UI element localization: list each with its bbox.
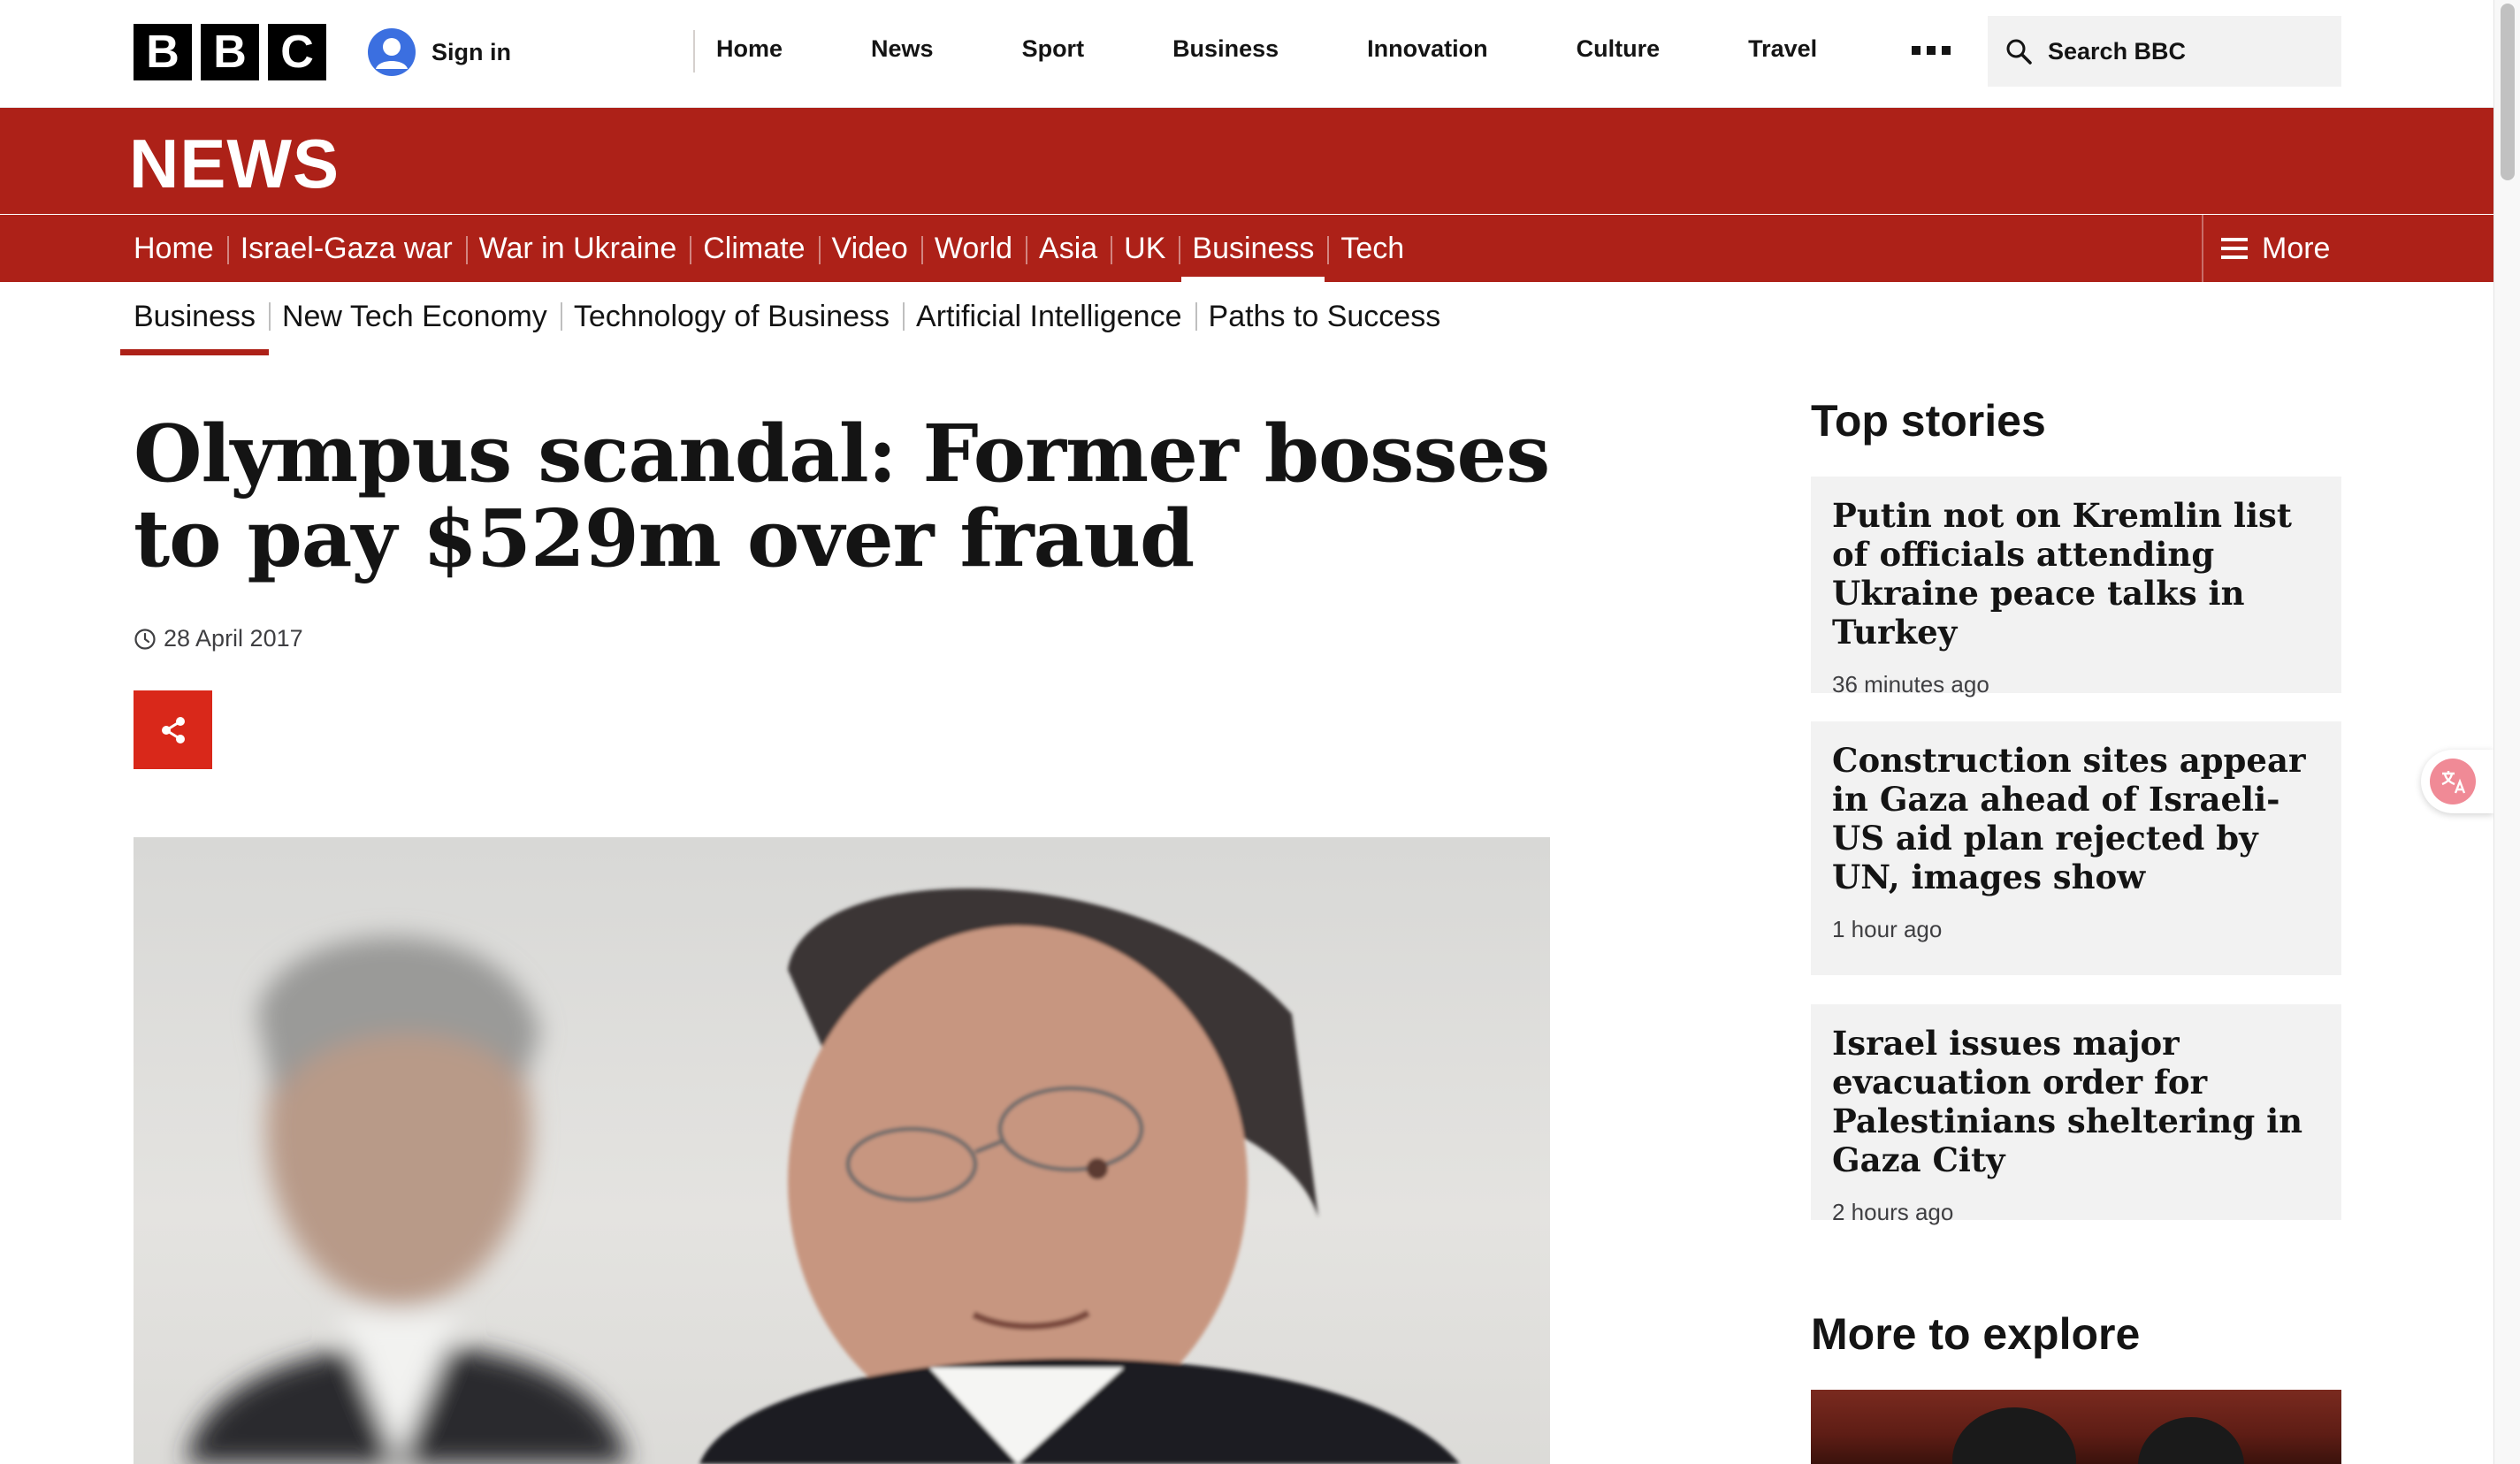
translate-widget[interactable] <box>2421 750 2493 813</box>
hamburger-icon <box>2221 238 2248 259</box>
top-story-card[interactable]: Israel issues major evacuation order for… <box>1811 1004 2341 1225</box>
section-nav-business[interactable]: Business <box>1179 215 1327 282</box>
sub-nav-technology-of-business[interactable]: Technology of Business <box>560 292 903 341</box>
article-headline: Olympus scandal: Former bosses to pay $5… <box>134 407 1550 584</box>
top-nav-travel[interactable]: Travel <box>1748 35 1817 63</box>
clock-icon <box>134 628 156 650</box>
bbc-logo-letter: B <box>201 24 259 80</box>
top-nav-home[interactable]: Home <box>716 35 783 63</box>
more-to-explore-image[interactable] <box>1811 1390 2341 1464</box>
bbc-logo-letter: B <box>134 24 192 80</box>
section-nav-home[interactable]: Home <box>134 215 227 282</box>
sub-nav-business[interactable]: Business <box>120 292 269 355</box>
top-story-card[interactable]: Putin not on Kremlin list of officials a… <box>1811 477 2341 698</box>
top-nav: Home News Sport Business Innovation Cult… <box>716 35 1905 63</box>
section-nav: Home Israel-Gaza war War in Ukraine Clim… <box>0 215 2493 282</box>
translate-icon <box>2430 759 2476 804</box>
top-story-headline[interactable]: Construction sites appear in Gaza ahead … <box>1832 741 2320 896</box>
more-dots-icon[interactable] <box>1912 46 1951 55</box>
top-story-time: 36 minutes ago <box>1832 671 1989 698</box>
more-to-explore-heading: More to explore <box>1811 1309 2141 1359</box>
sub-nav-paths-to-success[interactable]: Paths to Success <box>1195 292 1455 341</box>
search-button[interactable]: Search BBC <box>1988 16 2341 87</box>
nav-divider <box>693 30 695 72</box>
section-nav-tech[interactable]: Tech <box>1327 215 1417 282</box>
section-nav-video[interactable]: Video <box>818 215 921 282</box>
top-stories-heading: Top stories <box>1811 396 2046 446</box>
article-hero-image <box>134 837 1550 1464</box>
news-logo[interactable]: NEWS <box>129 124 340 204</box>
section-nav-israel-gaza-war[interactable]: Israel-Gaza war <box>226 215 466 282</box>
more-label: More <box>2262 231 2331 265</box>
section-nav-uk[interactable]: UK <box>1111 215 1179 282</box>
top-story-time: 2 hours ago <box>1832 1199 1954 1225</box>
sub-nav-artificial-intelligence[interactable]: Artificial Intelligence <box>903 292 1195 341</box>
section-nav-climate[interactable]: Climate <box>690 215 818 282</box>
top-story-headline[interactable]: Israel issues major evacuation order for… <box>1832 1024 2320 1179</box>
share-button[interactable] <box>134 690 212 769</box>
top-story-card[interactable]: Construction sites appear in Gaza ahead … <box>1811 721 2341 975</box>
top-nav-business[interactable]: Business <box>1172 35 1279 63</box>
top-nav-news[interactable]: News <box>871 35 934 63</box>
article-dateline: 28 April 2017 <box>134 625 303 652</box>
bbc-masthead: B B C Sign in Home News Sport Business I… <box>0 0 2493 108</box>
top-nav-culture[interactable]: Culture <box>1577 35 1661 63</box>
section-nav-asia[interactable]: Asia <box>1026 215 1111 282</box>
section-nav-world[interactable]: World <box>920 215 1026 282</box>
search-label: Search BBC <box>2048 37 2187 65</box>
top-nav-sport[interactable]: Sport <box>1022 35 1085 63</box>
news-banner: NEWS <box>0 108 2493 214</box>
page-scrollbar[interactable] <box>2493 0 2520 1464</box>
article-date: 28 April 2017 <box>164 625 303 652</box>
section-nav-war-in-ukraine[interactable]: War in Ukraine <box>465 215 691 282</box>
user-avatar-icon <box>368 28 416 76</box>
bbc-logo[interactable]: B B C <box>134 24 326 80</box>
sub-nav: Business New Tech Economy Technology of … <box>120 292 1455 355</box>
search-icon <box>2006 39 2032 65</box>
top-story-time: 1 hour ago <box>1832 916 1943 942</box>
page: B B C Sign in Home News Sport Business I… <box>0 0 2520 1464</box>
scrollbar-thumb[interactable] <box>2501 4 2515 180</box>
sign-in-button[interactable]: Sign in <box>368 28 511 76</box>
sub-nav-new-tech-economy[interactable]: New Tech Economy <box>268 292 561 341</box>
top-story-headline[interactable]: Putin not on Kremlin list of officials a… <box>1832 496 2320 652</box>
bbc-logo-letter: C <box>268 24 326 80</box>
sign-in-label: Sign in <box>431 38 511 65</box>
share-icon <box>161 716 185 743</box>
section-nav-more-button[interactable]: More <box>2202 215 2493 282</box>
top-nav-innovation[interactable]: Innovation <box>1367 35 1488 63</box>
